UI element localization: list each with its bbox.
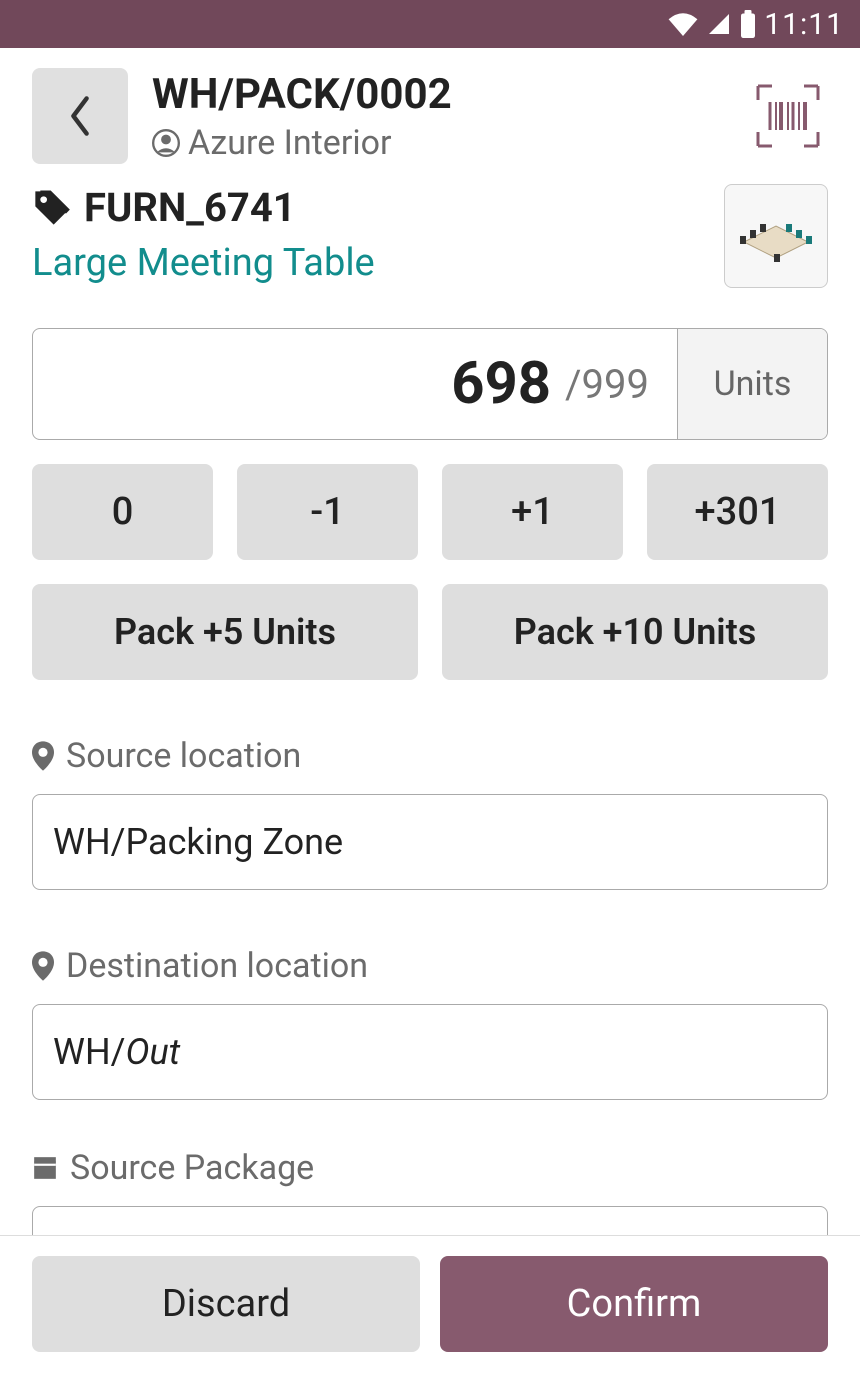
partner-name: Azure Interior	[188, 123, 392, 163]
quantity-unit-label: Units	[677, 329, 827, 439]
qty-plus1-button[interactable]: +1	[442, 464, 623, 560]
pack-10-button[interactable]: Pack +10 Units	[442, 584, 828, 680]
destination-location-label: Destination location	[32, 946, 828, 986]
tag-icon	[32, 188, 72, 228]
partner-row: Azure Interior	[152, 123, 724, 163]
product-text: FURN_6741 Large Meeting Table	[32, 184, 375, 285]
source-location-label: Source location	[32, 736, 828, 776]
header-title-block: WH/PACK/0002 Azure Interior	[152, 70, 724, 163]
qty-zero-button[interactable]: 0	[32, 464, 213, 560]
quantity-value: 698	[451, 350, 551, 418]
source-package-field: Source Package	[32, 1148, 828, 1246]
source-package-label: Source Package	[32, 1148, 828, 1188]
wifi-icon	[668, 12, 698, 36]
source-location-field: Source location WH/Packing Zone	[32, 736, 828, 890]
location-pin-icon	[32, 741, 54, 771]
back-button[interactable]	[32, 68, 128, 164]
qty-step-grid: 0 -1 +1 +301	[32, 464, 828, 560]
qty-minus1-button[interactable]: -1	[237, 464, 418, 560]
qty-plusrest-button[interactable]: +301	[647, 464, 828, 560]
document-title: WH/PACK/0002	[152, 70, 724, 119]
discard-button[interactable]: Discard	[32, 1256, 420, 1352]
table-thumbnail-icon	[734, 208, 818, 264]
status-time: 11:11	[764, 7, 844, 42]
android-status-bar: 11:11	[0, 0, 860, 48]
product-name[interactable]: Large Meeting Table	[32, 241, 375, 285]
nav-header: WH/PACK/0002 Azure Interior	[0, 48, 860, 172]
quantity-total: /999	[565, 361, 649, 408]
bottom-action-bar: Discard Confirm	[0, 1235, 860, 1376]
battery-icon	[740, 10, 756, 38]
product-row: FURN_6741 Large Meeting Table	[0, 172, 860, 288]
destination-location-field: Destination location WH/Out	[32, 946, 828, 1100]
quantity-input[interactable]: 698 /999	[33, 329, 677, 439]
chevron-left-icon	[66, 94, 94, 138]
confirm-button[interactable]: Confirm	[440, 1256, 828, 1352]
product-thumbnail[interactable]	[724, 184, 828, 288]
package-icon	[32, 1155, 58, 1181]
scan-barcode-button[interactable]	[748, 76, 828, 156]
location-pin-icon	[32, 951, 54, 981]
destination-location-input[interactable]: WH/Out	[32, 1004, 828, 1100]
barcode-scan-icon	[752, 80, 824, 152]
pack-button-row: Pack +5 Units Pack +10 Units	[32, 584, 828, 680]
quantity-input-row[interactable]: 698 /999 Units	[32, 328, 828, 440]
product-sku-row: FURN_6741	[32, 184, 375, 231]
user-circle-icon	[152, 129, 180, 157]
product-sku: FURN_6741	[84, 184, 296, 231]
pack-5-button[interactable]: Pack +5 Units	[32, 584, 418, 680]
source-location-input[interactable]: WH/Packing Zone	[32, 794, 828, 890]
cell-signal-icon	[706, 12, 732, 36]
